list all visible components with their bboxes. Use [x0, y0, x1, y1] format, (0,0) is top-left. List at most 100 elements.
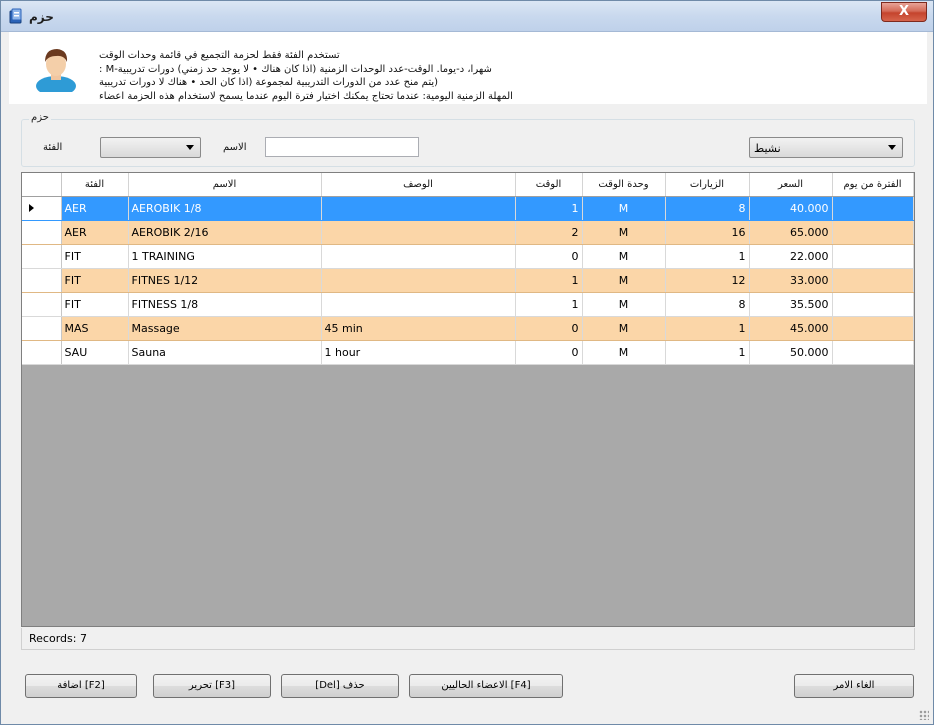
table-row[interactable]: MAS Massage 45 min 0 M 1 45.000	[22, 316, 914, 341]
cell-category[interactable]: FIT	[61, 292, 129, 317]
cell-period[interactable]	[832, 268, 914, 293]
cell-category[interactable]: SAU	[61, 340, 129, 365]
category-dropdown[interactable]	[100, 137, 201, 158]
cancel-button[interactable]: الغاء الامر	[794, 674, 914, 698]
cell-description[interactable]	[321, 292, 516, 317]
cell-visits[interactable]: 16	[665, 220, 750, 245]
table-row[interactable]: AER AEROBIK 2/16 2 M 16 65.000	[22, 220, 914, 245]
column-header-description[interactable]: الوصف	[321, 173, 516, 197]
cell-period[interactable]	[832, 220, 914, 245]
close-button[interactable]: X	[881, 2, 927, 22]
cell-description[interactable]	[321, 244, 516, 269]
info-text: تستخدم الفئة فقط لحزمة التجميع في قائمة …	[99, 49, 579, 103]
cell-visits[interactable]: 12	[665, 268, 750, 293]
cell-description[interactable]	[321, 196, 516, 221]
cell-visits[interactable]: 8	[665, 292, 750, 317]
status-dropdown[interactable]: نشيط	[749, 137, 903, 158]
cell-time-unit[interactable]: M	[582, 316, 666, 341]
column-header-period[interactable]: الفترة من يوم	[832, 173, 914, 197]
cell-category[interactable]: AER	[61, 220, 129, 245]
row-indicator[interactable]	[22, 196, 62, 221]
cell-period[interactable]	[832, 340, 914, 365]
cell-period[interactable]	[832, 292, 914, 317]
cell-category[interactable]: FIT	[61, 244, 129, 269]
cell-price[interactable]: 35.500	[749, 292, 833, 317]
cell-price[interactable]: 45.000	[749, 316, 833, 341]
row-indicator[interactable]	[22, 316, 62, 341]
delete-button[interactable]: حذف [Del]	[281, 674, 399, 698]
info-line-3: (يتم منح عدد من الدورات التدريبية لمجموع…	[99, 77, 439, 88]
current-row-arrow-icon	[29, 203, 34, 212]
cell-time[interactable]: 2	[515, 220, 583, 245]
cell-period[interactable]	[832, 196, 914, 221]
current-members-button[interactable]: [F4] الاعضاء الحاليين	[409, 674, 563, 698]
name-label: الاسم	[223, 142, 247, 153]
add-button[interactable]: [F2] اضافة	[25, 674, 137, 698]
cell-description[interactable]: 1 hour	[321, 340, 516, 365]
edit-button[interactable]: [F3] تحرير	[153, 674, 271, 698]
cell-description[interactable]: 45 min	[321, 316, 516, 341]
title-bar[interactable]: حزم X	[1, 1, 933, 32]
resize-grip-icon[interactable]	[919, 710, 929, 720]
cell-period[interactable]	[832, 244, 914, 269]
column-header-name[interactable]: الاسم	[128, 173, 322, 197]
cell-name[interactable]: FITNES 1/12	[128, 268, 322, 293]
cell-period[interactable]	[832, 316, 914, 341]
records-count: Records: 7	[29, 632, 87, 645]
cell-price[interactable]: 33.000	[749, 268, 833, 293]
cell-description[interactable]	[321, 220, 516, 245]
row-indicator[interactable]	[22, 244, 62, 269]
table-row[interactable]: SAU Sauna 1 hour 0 M 1 50.000	[22, 340, 914, 365]
row-indicator[interactable]	[22, 292, 62, 317]
cell-time[interactable]: 1	[515, 268, 583, 293]
name-input[interactable]	[265, 137, 419, 157]
window-title: حزم	[29, 10, 54, 24]
cell-price[interactable]: 40.000	[749, 196, 833, 221]
table-row[interactable]: AER AEROBIK 1/8 1 M 8 40.000	[22, 196, 914, 221]
packages-grid[interactable]: الفئة الاسم الوصف الوقت وحدة الوقت الزيا…	[21, 172, 915, 627]
column-header-time[interactable]: الوقت	[515, 173, 583, 197]
grid-header-row: الفئة الاسم الوصف الوقت وحدة الوقت الزيا…	[22, 173, 914, 197]
cell-price[interactable]: 22.000	[749, 244, 833, 269]
cell-time[interactable]: 1	[515, 196, 583, 221]
cell-visits[interactable]: 1	[665, 244, 750, 269]
column-header-visits[interactable]: الزيارات	[665, 173, 750, 197]
column-header-price[interactable]: السعر	[749, 173, 833, 197]
cell-visits[interactable]: 1	[665, 316, 750, 341]
cell-time[interactable]: 0	[515, 316, 583, 341]
cell-name[interactable]: FITNESS 1/8	[128, 292, 322, 317]
cell-category[interactable]: MAS	[61, 316, 129, 341]
info-line-1: تستخدم الفئة فقط لحزمة التجميع في قائمة …	[99, 50, 340, 61]
cell-category[interactable]: AER	[61, 196, 129, 221]
row-indicator[interactable]	[22, 268, 62, 293]
column-header-time-unit[interactable]: وحدة الوقت	[582, 173, 666, 197]
cell-time-unit[interactable]: M	[582, 196, 666, 221]
row-indicator[interactable]	[22, 220, 62, 245]
cell-time[interactable]: 0	[515, 244, 583, 269]
cell-visits[interactable]: 1	[665, 340, 750, 365]
cell-time-unit[interactable]: M	[582, 220, 666, 245]
cell-time-unit[interactable]: M	[582, 244, 666, 269]
cell-visits[interactable]: 8	[665, 196, 750, 221]
cell-category[interactable]: FIT	[61, 268, 129, 293]
cell-description[interactable]	[321, 268, 516, 293]
table-row[interactable]: FIT FITNES 1/12 1 M 12 33.000	[22, 268, 914, 293]
row-indicator[interactable]	[22, 340, 62, 365]
cell-name[interactable]: AEROBIK 1/8	[128, 196, 322, 221]
cell-time[interactable]: 1	[515, 292, 583, 317]
cell-price[interactable]: 50.000	[749, 340, 833, 365]
cell-price[interactable]: 65.000	[749, 220, 833, 245]
cell-name[interactable]: AEROBIK 2/16	[128, 220, 322, 245]
cell-name[interactable]: 1 TRAINING	[128, 244, 322, 269]
cell-name[interactable]: Massage	[128, 316, 322, 341]
cell-time[interactable]: 0	[515, 340, 583, 365]
table-row[interactable]: FIT FITNESS 1/8 1 M 8 35.500	[22, 292, 914, 317]
info-line-4: المهلة الزمنية اليومية: عندما تحتاج يمكن…	[99, 90, 513, 102]
cell-name[interactable]: Sauna	[128, 340, 322, 365]
cell-time-unit[interactable]: M	[582, 268, 666, 293]
cell-time-unit[interactable]: M	[582, 292, 666, 317]
column-header-category[interactable]: الفئة	[61, 173, 129, 197]
table-row[interactable]: FIT 1 TRAINING 0 M 1 22.000	[22, 244, 914, 269]
info-line-2: شهرا، د-يوما. الوقت-عدد الوحدات الزمنية …	[99, 63, 492, 75]
cell-time-unit[interactable]: M	[582, 340, 666, 365]
